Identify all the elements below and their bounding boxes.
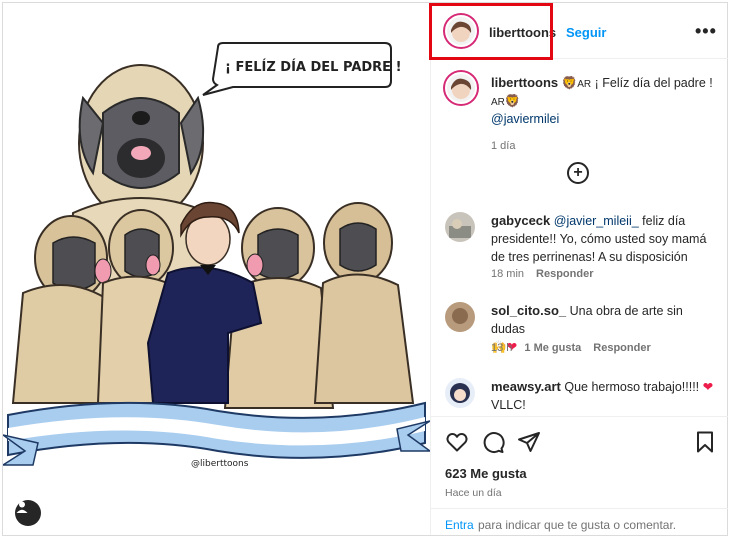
post-actions (431, 416, 728, 466)
commenter-username[interactable]: meawsy.art (491, 379, 561, 394)
share-send-icon[interactable] (517, 430, 541, 454)
comment-time: 18 min (491, 268, 525, 280)
commenter-username[interactable]: sol_cito.so_ (491, 303, 566, 318)
commenter-avatar[interactable] (445, 378, 475, 408)
lion-emoji-icon-2: 🦁 (504, 94, 521, 108)
flag-badge: AR (577, 79, 592, 90)
caption-body: ¡ Felíz día del padre ! (594, 76, 713, 90)
tagged-user-icon[interactable] (15, 500, 41, 526)
like-heart-icon[interactable] (445, 430, 469, 454)
illustration: ¡ FELÍZ DÍA DEL PADRE ! @liberttoons (3, 42, 430, 469)
lion-emoji-icon: 🦁 (561, 76, 578, 90)
comment-text: meawsy.art Que hermoso trabajo!!!!! ❤ VL… (491, 379, 714, 412)
caption-author-avatar[interactable] (445, 72, 477, 104)
post-image[interactable]: ¡ FELÍZ DÍA DEL PADRE ! @liberttoons (3, 3, 430, 535)
heart-emoji-icon: ❤ (702, 380, 714, 394)
likes-count[interactable]: 623 Me gusta (445, 466, 527, 481)
comment-mention[interactable]: @javier_mileii_ (554, 214, 639, 228)
login-link[interactable]: Entra (445, 518, 474, 532)
post-timestamp: Hace un día (445, 487, 502, 499)
follow-button[interactable]: Seguir (566, 25, 606, 40)
reply-button[interactable]: Responder (593, 342, 650, 354)
speech-bubble-text: ¡ FELÍZ DÍA DEL PADRE ! (225, 59, 402, 75)
comment-meta: 13 h 1 Me gusta Responder (491, 342, 651, 354)
caption-time: 1 día (491, 140, 516, 152)
caption-mention[interactable]: @javiermilei (491, 112, 559, 126)
commenter-username[interactable]: gabyceck (491, 213, 550, 228)
commenter-avatar[interactable] (445, 302, 475, 332)
comment-time: 13 h (491, 342, 513, 354)
add-comment-hint: para indicar que te gusta o comentar. (478, 518, 677, 532)
commenter-avatar[interactable] (445, 212, 475, 242)
add-comment-bar: Entra para indicar que te gusta o coment… (431, 508, 728, 537)
more-options-button[interactable]: ••• (695, 21, 717, 42)
load-more-comments-icon[interactable]: + (567, 162, 589, 184)
highlight-annotation (429, 3, 553, 60)
comment-meta: 18 min Responder (491, 268, 594, 280)
reply-button[interactable]: Responder (536, 268, 593, 280)
caption-username[interactable]: liberttoons (491, 75, 558, 90)
flag-badge-2: AR (491, 97, 505, 108)
caption-text: liberttoons 🦁AR ¡ Felíz día del padre ! … (491, 74, 716, 128)
comment-text: gabyceck @javier_mileii_ feliz día presi… (491, 213, 707, 264)
post-modal: ¡ FELÍZ DÍA DEL PADRE ! @liberttoons lib… (2, 2, 728, 536)
post-header: liberttoons Seguir ••• (429, 3, 728, 60)
comments-list[interactable]: liberttoons 🦁AR ¡ Felíz día del padre ! … (431, 60, 728, 416)
bookmark-save-icon[interactable] (693, 430, 717, 454)
post-sidebar: liberttoons Seguir ••• liberttoons 🦁AR ¡… (429, 3, 728, 537)
artist-signature: @liberttoons (191, 459, 249, 469)
comment-likes[interactable]: 1 Me gusta (524, 342, 581, 354)
comment-bubble-icon[interactable] (481, 430, 505, 454)
